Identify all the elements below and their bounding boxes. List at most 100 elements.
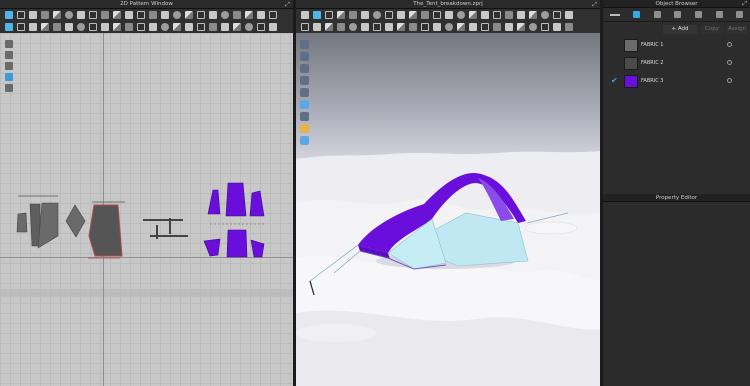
gravity-icon[interactable] — [517, 11, 525, 19]
view-option-icon[interactable] — [553, 23, 561, 31]
avatar-icon[interactable] — [361, 11, 369, 19]
annotation-icon[interactable] — [257, 11, 265, 19]
select-mesh-icon[interactable] — [301, 23, 309, 31]
axis-icon[interactable] — [505, 23, 513, 31]
flip-icon[interactable] — [209, 23, 217, 31]
free-sewing-icon[interactable] — [101, 11, 109, 19]
grid-icon[interactable] — [245, 23, 253, 31]
shading-icon[interactable] — [457, 23, 465, 31]
collision-icon[interactable] — [529, 11, 537, 19]
graphic-icon[interactable] — [185, 11, 193, 19]
dart-icon[interactable] — [77, 23, 85, 31]
baseline-icon[interactable] — [125, 23, 133, 31]
hole-icon[interactable] — [161, 23, 169, 31]
view-garment-icon[interactable] — [300, 52, 309, 61]
expand-icon[interactable]: ⤢ — [742, 0, 747, 8]
wind-icon[interactable] — [505, 11, 513, 19]
sculpt-icon[interactable] — [337, 23, 345, 31]
pleat-fold-icon[interactable] — [421, 11, 429, 19]
trim-tab-icon[interactable] — [736, 11, 744, 18]
grid-3d-icon[interactable] — [493, 23, 501, 31]
circle-icon[interactable] — [65, 11, 73, 19]
zipper-icon[interactable] — [209, 11, 217, 19]
transform-icon[interactable] — [17, 11, 25, 19]
mirror-icon[interactable] — [149, 23, 157, 31]
select-pattern-icon[interactable] — [5, 11, 13, 19]
view-reset-icon[interactable] — [300, 136, 309, 145]
fit-icon[interactable] — [385, 11, 393, 19]
pattern-piece-purple-3[interactable] — [249, 190, 265, 217]
view-stress-icon[interactable] — [300, 64, 309, 73]
particle-distance-icon[interactable] — [433, 23, 441, 31]
smooth-icon[interactable] — [349, 23, 357, 31]
pattern-piece-gray-3[interactable] — [37, 202, 59, 249]
internal-line-icon[interactable] — [113, 11, 121, 19]
add-point-icon[interactable] — [29, 23, 37, 31]
tack-icon[interactable] — [149, 11, 157, 19]
view-camera-icon[interactable] — [300, 124, 309, 133]
align-icon[interactable] — [197, 23, 205, 31]
camera-icon[interactable] — [397, 11, 405, 19]
view-sewing-icon[interactable] — [300, 88, 309, 97]
pleat-icon[interactable] — [89, 23, 97, 31]
edit-texture-icon[interactable] — [173, 23, 181, 31]
copy-button[interactable]: Copy — [701, 25, 723, 34]
pattern-window-2d[interactable]: 2D Pattern Window ⤢ — [0, 0, 293, 386]
segment-sewing-icon[interactable] — [89, 11, 97, 19]
fabric-item-1[interactable]: FABRIC 1 — [603, 37, 750, 53]
render-icon[interactable] — [469, 11, 477, 19]
shadow-icon[interactable] — [517, 23, 525, 31]
display-icon[interactable] — [269, 23, 277, 31]
more-icon[interactable] — [565, 11, 573, 19]
expand-icon[interactable]: ⤢ — [285, 1, 290, 9]
superimpose-icon[interactable] — [421, 23, 429, 31]
tent-3d-scene[interactable] — [296, 33, 600, 386]
brush-icon[interactable] — [325, 23, 333, 31]
export-icon[interactable] — [553, 11, 561, 19]
fabric-visibility-icon[interactable] — [727, 60, 732, 65]
puckering-tab-icon[interactable] — [695, 11, 703, 18]
texture-icon[interactable] — [173, 11, 181, 19]
view-light-icon[interactable] — [300, 112, 309, 121]
pattern-piece-purple-6[interactable] — [250, 239, 265, 258]
snapshot-icon[interactable] — [481, 11, 489, 19]
notch-icon[interactable] — [125, 11, 133, 19]
seam-allowance-icon[interactable] — [65, 23, 73, 31]
pattern-piece-purple-2[interactable] — [225, 182, 247, 217]
rotate-icon[interactable] — [221, 23, 229, 31]
gather-icon[interactable] — [101, 23, 109, 31]
reflection-icon[interactable] — [529, 23, 537, 31]
pattern-piece-purple-1[interactable] — [207, 189, 221, 215]
arrangement-point-icon[interactable] — [457, 11, 465, 19]
pattern-piece-purple-4[interactable] — [203, 238, 221, 257]
flip-normal-icon[interactable] — [409, 23, 417, 31]
puckering-icon[interactable] — [233, 11, 241, 19]
offset-icon[interactable] — [137, 23, 145, 31]
fabric-item-2[interactable]: FABRIC 2 — [603, 55, 750, 71]
fabric-tab-icon[interactable] — [633, 11, 641, 18]
pressure-icon[interactable] — [397, 23, 405, 31]
graphic-tab-icon[interactable] — [715, 11, 723, 18]
view-texture-icon[interactable] — [300, 76, 309, 85]
topstitch-tab-icon[interactable] — [674, 11, 682, 18]
harden-icon[interactable] — [385, 23, 393, 31]
background-icon[interactable] — [541, 23, 549, 31]
pattern-piece-purple-5[interactable] — [226, 229, 248, 258]
edit-point-icon[interactable] — [29, 11, 37, 19]
fold-arrangement-icon[interactable] — [325, 11, 333, 19]
pin-icon[interactable] — [349, 11, 357, 19]
edit-curvature-icon[interactable] — [53, 23, 61, 31]
arrange-icon[interactable] — [185, 23, 193, 31]
reset-view-icon[interactable] — [565, 23, 573, 31]
layer-icon[interactable] — [257, 23, 265, 31]
pattern-piece-gray-1[interactable] — [16, 212, 28, 233]
playback-icon[interactable] — [493, 11, 501, 19]
polygon-icon[interactable] — [41, 11, 49, 19]
trace-icon[interactable] — [161, 11, 169, 19]
strap-piece-2[interactable] — [150, 235, 188, 237]
button-tab-icon[interactable] — [653, 11, 661, 18]
select-move-icon[interactable] — [301, 11, 309, 19]
measure-3d-icon[interactable] — [445, 11, 453, 19]
strap-piece-1[interactable] — [143, 219, 183, 221]
measure-icon[interactable] — [245, 11, 253, 19]
